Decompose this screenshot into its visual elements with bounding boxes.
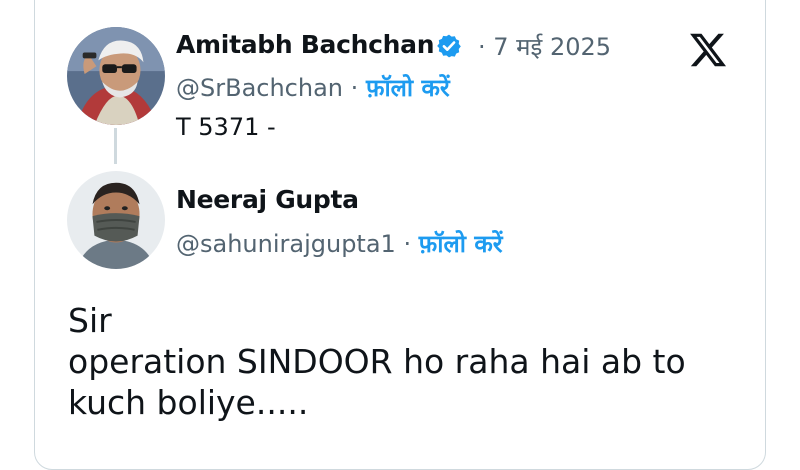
reply-follow-button[interactable]: फ़ॉलो करें bbox=[419, 230, 503, 258]
reply-text-line: Sir bbox=[68, 301, 112, 340]
amitabh-avatar[interactable] bbox=[67, 27, 165, 125]
parent-author-name[interactable]: Amitabh Bachchan bbox=[176, 30, 435, 59]
x-logo-icon[interactable] bbox=[687, 30, 729, 70]
reply-text-line: kuch boliye..... bbox=[68, 383, 309, 422]
reply-text-line: operation SINDOOR ho raha hai ab to bbox=[68, 342, 686, 381]
verified-badge-icon bbox=[437, 34, 461, 58]
handle-separator: · bbox=[350, 74, 359, 102]
reply-handle[interactable]: @sahunirajgupta1 bbox=[176, 230, 396, 258]
neeraj-avatar[interactable] bbox=[67, 171, 165, 269]
reply-tweet-body: Sir operation SINDOOR ho raha hai ab to … bbox=[68, 300, 758, 423]
parent-follow-button[interactable]: फ़ॉलो करें bbox=[366, 74, 450, 102]
date-separator: · bbox=[478, 33, 486, 61]
neeraj-avatar-image bbox=[67, 171, 165, 269]
thread-connector bbox=[114, 128, 117, 164]
tweet-date[interactable]: 7 मई 2025 bbox=[493, 33, 611, 61]
reply-author-name[interactable]: Neeraj Gupta bbox=[176, 185, 359, 214]
amitabh-avatar-image bbox=[67, 27, 165, 125]
parent-handle[interactable]: @SrBachchan bbox=[176, 74, 343, 102]
reply-handle-separator: · bbox=[403, 230, 412, 258]
parent-tweet-text: T 5371 - bbox=[176, 113, 276, 141]
